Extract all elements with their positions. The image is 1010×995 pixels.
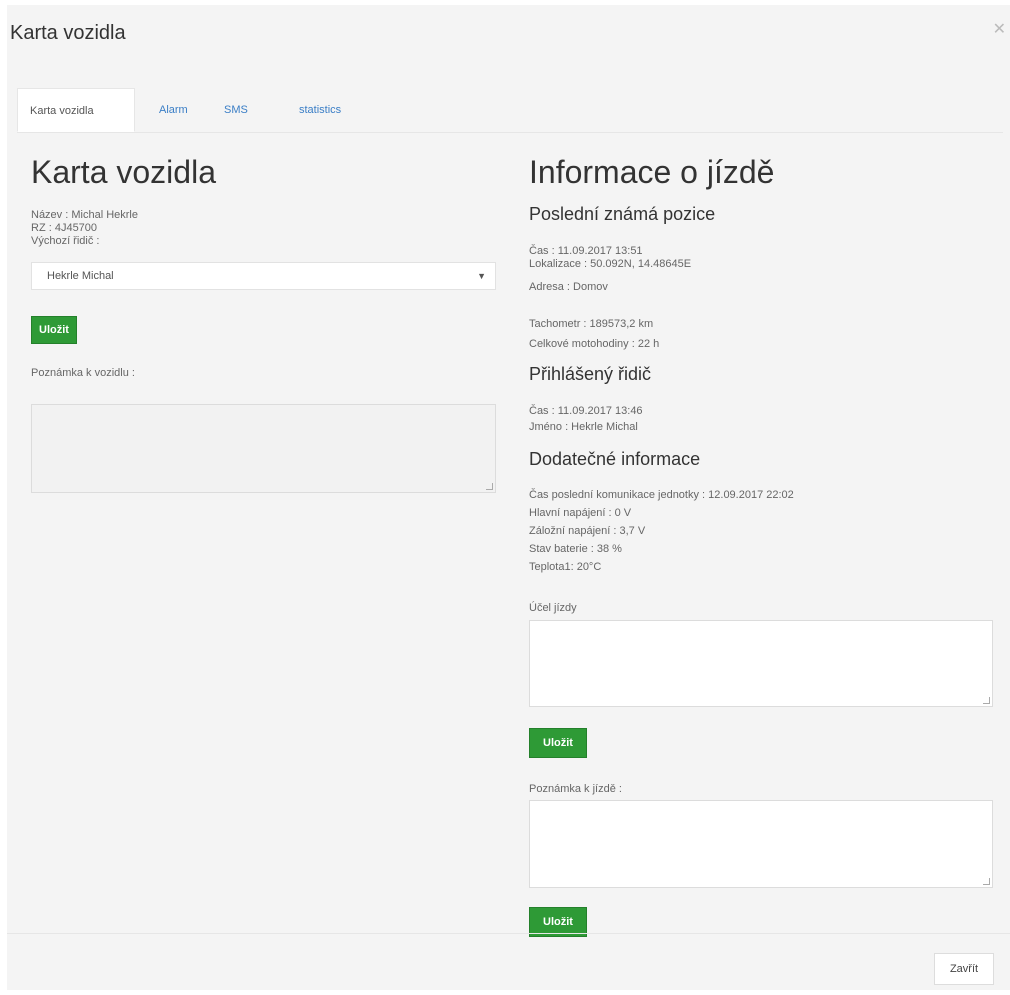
trip-purpose-label: Účel jízdy xyxy=(529,602,577,614)
vehicle-rz: RZ : 4J45700 xyxy=(31,222,98,234)
driver-name: Jméno : Hekrle Michal xyxy=(529,421,638,433)
vehicle-name: Název : Michal Hekrle xyxy=(31,209,138,221)
temperature: Teplota1: 20°C xyxy=(529,561,602,573)
trip-purpose-textarea[interactable] xyxy=(529,620,993,707)
default-driver-value: Hekrle Michal xyxy=(47,270,114,282)
modal-title: Karta vozidla xyxy=(10,22,126,44)
vehicle-note-label: Poznámka k vozidlu : xyxy=(31,367,135,379)
save-vehicle-button[interactable]: Uložit xyxy=(31,316,77,344)
tab-bar: Karta vozidla Alarm SMS statistics xyxy=(17,88,1003,133)
close-button[interactable]: Zavřít xyxy=(934,953,994,985)
logged-driver-title: Přihlášený řidič xyxy=(529,364,652,384)
backup-power: Záložní napájení : 3,7 V xyxy=(529,525,646,537)
tab-sms[interactable]: SMS xyxy=(212,88,260,132)
trip-note-label: Poznámka k jízdě : xyxy=(529,783,622,795)
tab-statistics[interactable]: statistics xyxy=(287,88,353,132)
last-position-address: Adresa : Domov xyxy=(529,281,608,293)
footer-divider xyxy=(7,933,1010,934)
trip-info-heading: Informace o jízdě xyxy=(529,154,775,190)
resize-grip-icon[interactable] xyxy=(983,697,990,704)
resize-grip-icon[interactable] xyxy=(983,878,990,885)
close-icon[interactable]: ✕ xyxy=(993,19,1006,39)
default-driver-select[interactable]: Hekrle Michal ▼ xyxy=(31,262,496,290)
last-position-location: Lokalizace : 50.092N, 14.48645E xyxy=(529,258,692,270)
battery-status: Stav baterie : 38 % xyxy=(529,543,622,555)
engine-hours: Celkové motohodiny : 22 h xyxy=(529,338,660,350)
resize-grip-icon[interactable] xyxy=(486,483,493,490)
save-trip-purpose-button[interactable]: Uložit xyxy=(529,728,587,758)
odometer: Tachometr : 189573,2 km xyxy=(529,318,654,330)
trip-note-textarea[interactable] xyxy=(529,800,993,888)
additional-info-title: Dodatečné informace xyxy=(529,449,701,469)
vehicle-card-modal: Karta vozidla ✕ Karta vozidla Alarm SMS … xyxy=(7,5,1010,990)
driver-time: Čas : 11.09.2017 13:46 xyxy=(529,405,643,417)
modal-header: Karta vozidla ✕ xyxy=(7,5,1010,65)
tab-vehicle-card[interactable]: Karta vozidla xyxy=(17,88,135,132)
last-communication: Čas poslední komunikace jednotky : 12.09… xyxy=(529,489,794,501)
tab-content: Karta vozidla Název : Michal Hekrle RZ :… xyxy=(17,133,1003,937)
vehicle-card-heading: Karta vozidla xyxy=(31,154,216,190)
last-position-time: Čas : 11.09.2017 13:51 xyxy=(529,245,643,257)
vehicle-note-textarea[interactable] xyxy=(31,404,496,493)
chevron-down-icon: ▼ xyxy=(477,271,486,281)
last-position-title: Poslední známá pozice xyxy=(529,204,716,224)
main-power: Hlavní napájení : 0 V xyxy=(529,507,632,519)
default-driver-label: Výchozí řidič : xyxy=(31,235,100,247)
tab-alarm[interactable]: Alarm xyxy=(147,88,200,132)
